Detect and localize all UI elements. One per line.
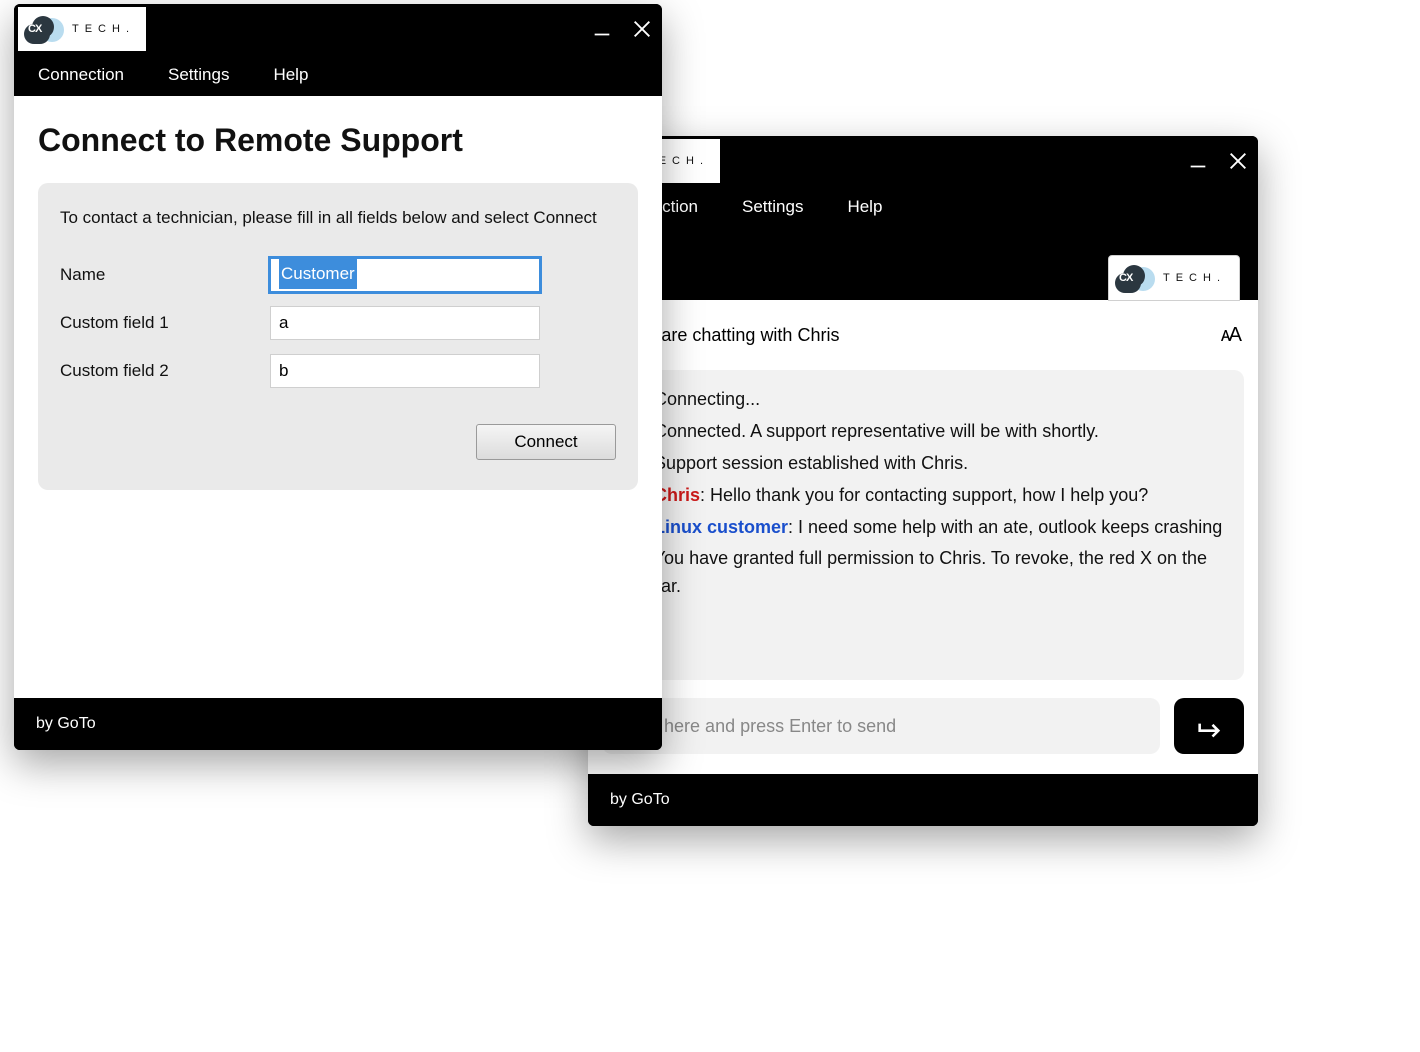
form-card: To contact a technician, please fill in … xyxy=(38,183,638,490)
menu-help[interactable]: Help xyxy=(847,197,882,217)
footer-text: by GoTo xyxy=(610,791,670,809)
cloud-icon: CX xyxy=(1115,263,1157,293)
minimize-button[interactable] xyxy=(582,4,622,54)
minimize-button[interactable] xyxy=(1178,136,1218,186)
instructions: To contact a technician, please fill in … xyxy=(60,207,616,230)
brand-logo: CX TECH. xyxy=(18,7,146,51)
brand-logo-small: CX TECH. xyxy=(1108,255,1240,301)
titlebar: CX TECH. xyxy=(588,136,1258,186)
footer: by GoTo xyxy=(588,774,1258,826)
close-button[interactable] xyxy=(1218,136,1258,186)
chat-header: You are chatting with Chris ᴀA xyxy=(588,300,1258,370)
log-text: : Hello thank you for contacting support… xyxy=(700,485,1148,505)
chat-log: AM Connecting... AM Connected. A support … xyxy=(602,370,1244,680)
page-title: Connect to Remote Support xyxy=(38,122,638,159)
cloud-icon: CX xyxy=(24,14,66,44)
log-line: AM Connecting... xyxy=(622,386,1224,414)
label-cf1: Custom field 1 xyxy=(60,313,270,333)
log-text: Connected. A support representative will… xyxy=(654,421,1099,441)
menubar: Connection Settings Help xyxy=(14,54,662,96)
cf2-input[interactable] xyxy=(270,354,540,388)
name-input[interactable]: Customer xyxy=(270,258,540,292)
log-text: You have granted full permission to Chri… xyxy=(622,548,1207,596)
brand-word: TECH. xyxy=(1163,272,1226,284)
name-input-value: Customer xyxy=(279,259,357,289)
menu-settings[interactable]: Settings xyxy=(168,65,229,85)
footer: by GoTo xyxy=(14,698,662,750)
chat-window: CX TECH. Connection Settings Help CX TEC… xyxy=(588,136,1258,826)
menu-connection[interactable]: Connection xyxy=(38,65,124,85)
log-line: AM Linux customer: I need some help with… xyxy=(622,514,1224,542)
cf1-input[interactable] xyxy=(270,306,540,340)
close-button[interactable] xyxy=(622,4,662,54)
log-text: Connecting... xyxy=(654,389,760,409)
log-text: Support session established with Chris. xyxy=(654,453,968,473)
row-cf2: Custom field 2 xyxy=(60,354,616,388)
connect-body: Connect to Remote Support To contact a t… xyxy=(14,96,662,698)
compose-input[interactable] xyxy=(602,698,1160,754)
log-line: AM Connected. A support representative w… xyxy=(622,418,1224,446)
row-name: Name Customer xyxy=(60,258,616,292)
label-name: Name xyxy=(60,265,270,285)
chat-subheader: CX TECH. xyxy=(588,228,1258,300)
connect-button[interactable]: Connect xyxy=(476,424,616,460)
font-size-icon[interactable]: ᴀA xyxy=(1221,324,1240,347)
footer-text: by GoTo xyxy=(36,715,96,733)
menu-settings[interactable]: Settings xyxy=(742,197,803,217)
compose-row xyxy=(588,680,1258,774)
titlebar: CX TECH. xyxy=(14,4,662,54)
log-text: : I need some help with an ate, outlook … xyxy=(788,517,1222,537)
enter-icon xyxy=(1195,712,1223,740)
menu-help[interactable]: Help xyxy=(273,65,308,85)
label-cf2: Custom field 2 xyxy=(60,361,270,381)
log-line: AM You have granted full permission to C… xyxy=(622,545,1224,601)
log-line: AM Chris: Hello thank you for contacting… xyxy=(622,482,1224,510)
connect-window: CX TECH. Connection Settings Help Connec… xyxy=(14,4,662,750)
send-button[interactable] xyxy=(1174,698,1244,754)
menubar: Connection Settings Help xyxy=(588,186,1258,228)
chat-body: You are chatting with Chris ᴀA AM Connec… xyxy=(588,300,1258,774)
brand-word: TECH. xyxy=(72,23,135,35)
customer-name: Linux customer xyxy=(654,517,788,537)
log-line: AM Support session established with Chri… xyxy=(622,450,1224,478)
row-cf1: Custom field 1 xyxy=(60,306,616,340)
